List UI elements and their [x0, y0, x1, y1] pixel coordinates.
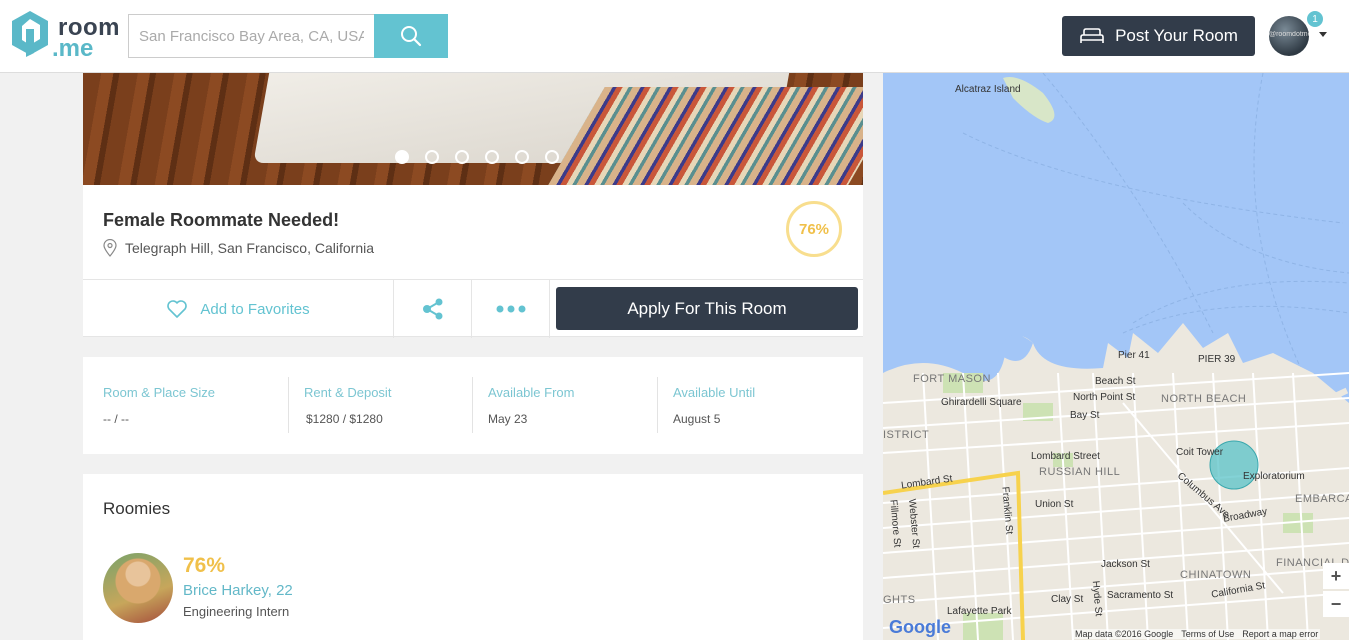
add-to-favorites-button[interactable]: Add to Favorites	[83, 280, 394, 338]
location-text: Telegraph Hill, San Francisco, Californi…	[125, 240, 374, 256]
search-icon	[401, 26, 422, 47]
map-label-union-st: Union St	[1035, 499, 1074, 510]
map-label-russian-hill: RUSSIAN HILL	[1039, 466, 1121, 478]
map-label-north-beach: NORTH BEACH	[1161, 393, 1247, 405]
detail-available-until: Available Until August 5	[657, 377, 842, 433]
roomie-avatar[interactable]	[103, 553, 173, 623]
zoom-in-button[interactable]: +	[1323, 563, 1349, 589]
carousel-dot[interactable]	[395, 150, 409, 164]
user-menu[interactable]: @roomdotme 1	[1269, 9, 1333, 59]
detail-size: Room & Place Size -- / --	[103, 377, 288, 433]
map-view[interactable]: Alcatraz Island Pier 41 PIER 39 FORT MAS…	[883, 73, 1349, 640]
map-label-coit-tower: Coit Tower	[1176, 447, 1224, 458]
map-label-north-point: North Point St	[1073, 392, 1136, 403]
map-label-sacramento-st: Sacramento St	[1107, 590, 1174, 601]
roomie-role: Engineering Intern	[183, 604, 290, 619]
map-label-exploratorium: Exploratorium	[1243, 471, 1305, 482]
carousel-dot[interactable]	[545, 150, 559, 164]
search-button[interactable]	[374, 14, 448, 58]
map-label-clay-st: Clay St	[1051, 594, 1084, 605]
detail-available-from: Available From May 23	[472, 377, 657, 433]
avatar-handle-text: @roomdotme	[1269, 31, 1309, 38]
detail-label: Available From	[488, 385, 575, 400]
map-attribution: Map data ©2016 Google Terms of Use Repor…	[1073, 629, 1321, 639]
map-pin-icon	[103, 239, 117, 257]
map-label-heights: GHTS	[883, 594, 916, 606]
map-label-lombard-street: Lombard Street	[1031, 451, 1100, 462]
map-label-chinatown: CHINATOWN	[1180, 569, 1252, 581]
listing-title: Female Roommate Needed!	[103, 210, 340, 230]
map-data-text: Map data ©2016 Google	[1075, 629, 1174, 639]
map-label-embarcadero: EMBARCAD	[1295, 493, 1349, 505]
terms-of-use-link[interactable]: Terms of Use	[1181, 629, 1234, 639]
share-icon	[422, 298, 442, 320]
detail-rent: Rent & Deposit $1280 / $1280	[288, 377, 473, 433]
carousel-dot[interactable]	[485, 150, 499, 164]
listing-location: Telegraph Hill, San Francisco, Californi…	[103, 239, 374, 257]
map-canvas	[883, 73, 1349, 640]
zoom-out-button[interactable]: −	[1323, 591, 1349, 617]
share-button[interactable]	[394, 280, 472, 338]
logo-mark-icon	[12, 11, 48, 57]
detail-value: $1280 / $1280	[306, 412, 383, 426]
add-to-favorites-label: Add to Favorites	[200, 300, 310, 318]
map-label-district: ISTRICT	[883, 429, 930, 441]
post-your-room-button[interactable]: Post Your Room	[1062, 16, 1255, 56]
detail-label: Available Until	[673, 385, 756, 400]
listing-actions-bar: Add to Favorites Apply For This Room	[83, 279, 863, 338]
room-me-logo[interactable]: room .me	[10, 9, 120, 62]
report-map-error-link[interactable]: Report a map error	[1242, 629, 1318, 639]
top-header: room .me Post Your Room @roomdotme 1	[0, 0, 1349, 73]
map-label-ghirardelli: Ghirardelli Square	[941, 397, 1022, 408]
google-logo: Google	[889, 617, 951, 637]
map-label-pier39: PIER 39	[1198, 354, 1236, 365]
post-your-room-label: Post Your Room	[1115, 26, 1238, 45]
logo-text-me: .me	[52, 35, 94, 62]
detail-label: Room & Place Size	[103, 385, 215, 400]
apply-for-room-button[interactable]: Apply For This Room	[556, 287, 858, 330]
map-label-jackson-st: Jackson St	[1101, 559, 1150, 570]
carousel-indicators	[83, 150, 863, 164]
location-search-input[interactable]	[128, 14, 374, 58]
match-score-badge: 76%	[786, 201, 842, 257]
bed-icon	[1080, 28, 1104, 43]
roomies-heading: Roomies	[103, 499, 171, 518]
map-label-alcatraz: Alcatraz Island	[955, 84, 1021, 95]
carousel-dot[interactable]	[455, 150, 469, 164]
user-avatar[interactable]: @roomdotme	[1269, 16, 1309, 56]
room-photo-carousel[interactable]	[83, 73, 863, 185]
room-details: Room & Place Size -- / -- Rent & Deposit…	[83, 357, 863, 454]
roomies-section: Roomies 76% Brice Harkey, 22 Engineering…	[83, 474, 863, 640]
more-options-button[interactable]	[472, 280, 550, 338]
chevron-down-icon[interactable]	[1319, 32, 1327, 37]
map-label-fort-mason: FORT MASON	[913, 373, 991, 385]
roomie-name-link[interactable]: Brice Harkey, 22	[183, 582, 293, 599]
carousel-dot[interactable]	[515, 150, 529, 164]
detail-value: August 5	[673, 412, 721, 426]
detail-label: Rent & Deposit	[304, 385, 392, 400]
roomie-match-score: 76%	[183, 554, 226, 577]
map-label-bay-st: Bay St	[1070, 410, 1100, 421]
map-label-lafayette: Lafayette Park	[947, 606, 1012, 617]
carousel-dot[interactable]	[425, 150, 439, 164]
notification-badge[interactable]: 1	[1305, 9, 1325, 29]
listing-summary-card: Female Roommate Needed! Telegraph Hill, …	[83, 185, 863, 338]
map-label-pier41: Pier 41	[1118, 350, 1150, 361]
ellipsis-icon	[496, 305, 525, 313]
heart-icon	[167, 300, 188, 318]
detail-value: May 23	[488, 412, 528, 426]
detail-value: -- / --	[103, 412, 129, 426]
map-label-beach-st: Beach St	[1095, 376, 1136, 387]
